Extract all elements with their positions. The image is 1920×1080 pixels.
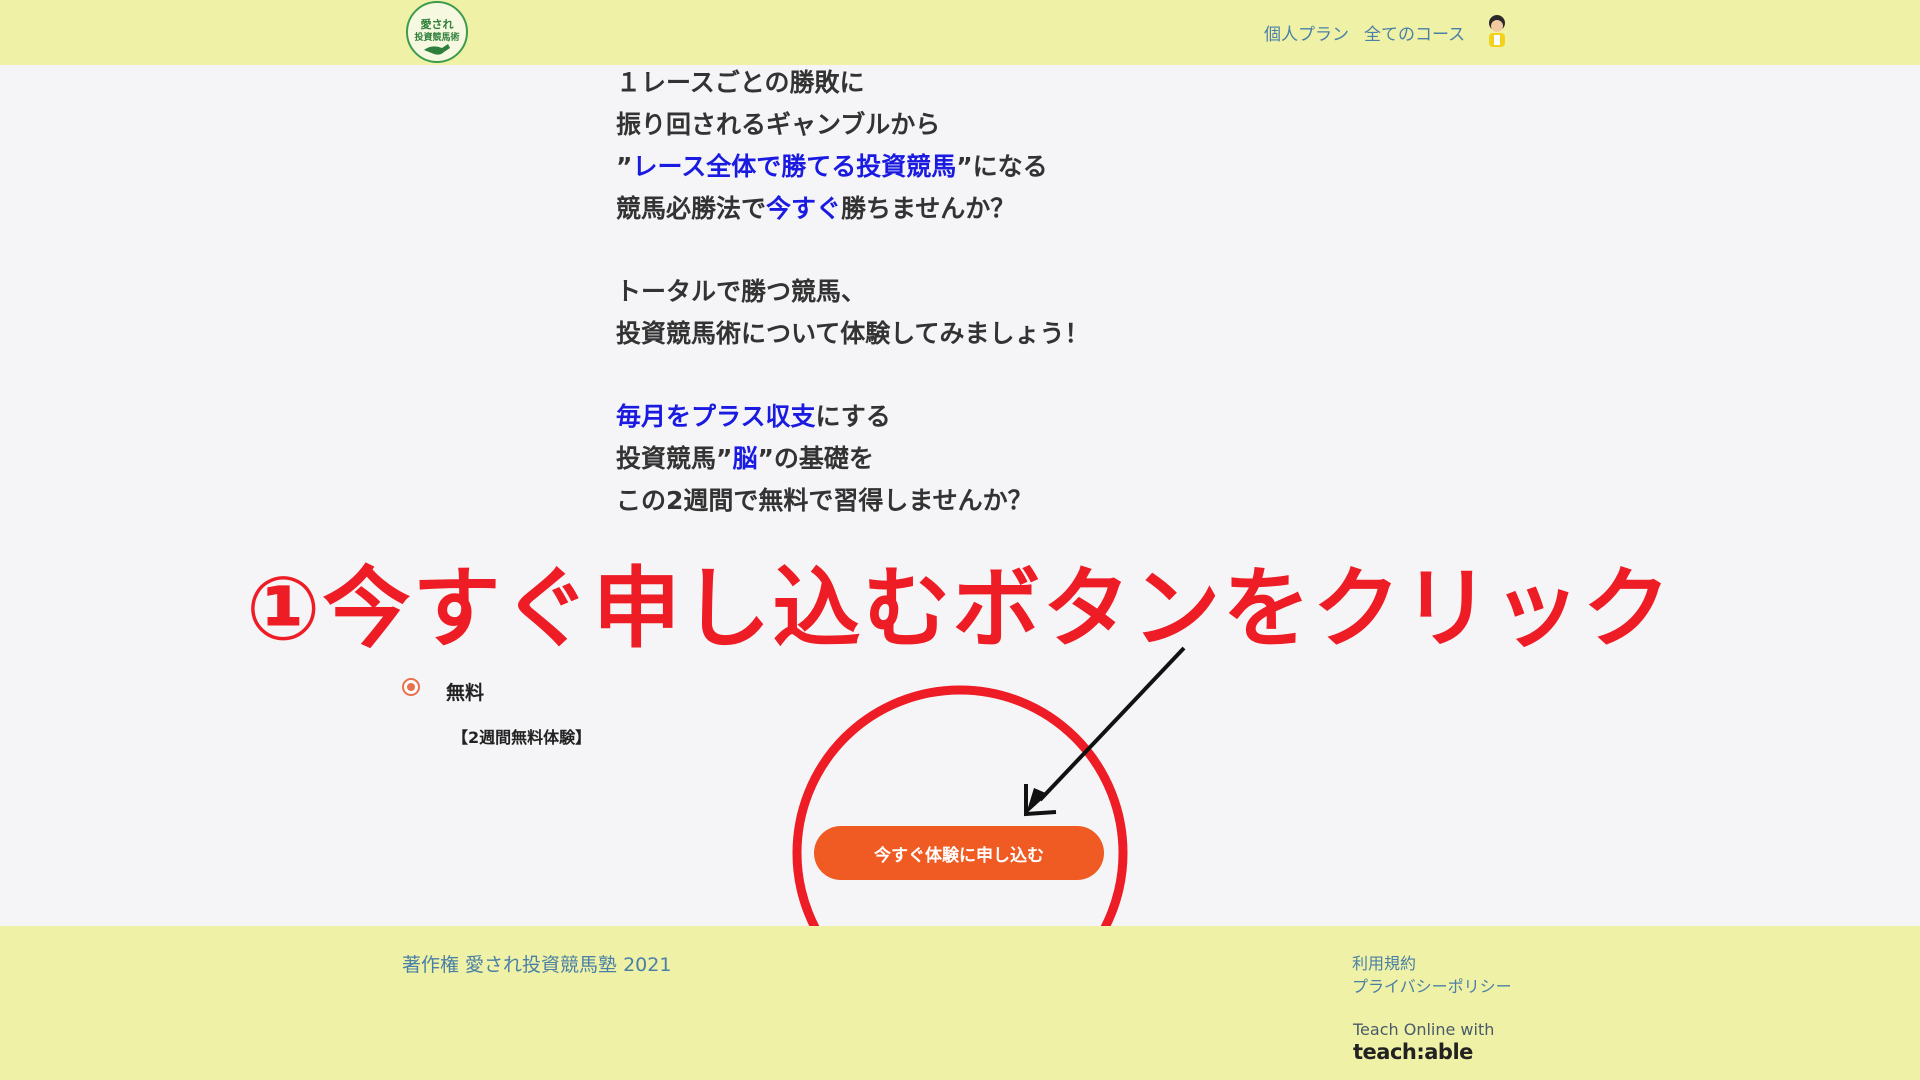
terms-link[interactable]: 利用規約 bbox=[1352, 950, 1416, 974]
intro-line: ”レース全体で勝てる投資競馬”になる bbox=[616, 152, 1048, 181]
plan-sublabel: 【2週間無料体験】 bbox=[452, 728, 592, 747]
arrow-head-lines bbox=[1024, 784, 1057, 817]
site-header: 愛され 投資競馬術 個人プラン 全てのコース bbox=[0, 0, 1920, 65]
plan-radio[interactable] bbox=[402, 678, 420, 696]
svg-text:投資競馬術: 投資競馬術 bbox=[414, 31, 459, 43]
svg-text:愛され: 愛され bbox=[421, 17, 454, 31]
privacy-link[interactable]: プライバシーポリシー bbox=[1352, 973, 1512, 997]
intro-line: 投資競馬術について体験してみましょう！ bbox=[616, 319, 1090, 348]
user-avatar[interactable] bbox=[1481, 13, 1513, 49]
intro-line: 振り回されるギャンブルから bbox=[616, 110, 941, 139]
arrow-head bbox=[1026, 788, 1048, 814]
pointer-arrow bbox=[1038, 646, 1186, 802]
intro-line: 毎月をプラス収支にする bbox=[616, 402, 891, 431]
intro-text: １レースごとの勝敗に 振り回されるギャンブルから ”レース全体で勝てる投資競馬”… bbox=[616, 62, 1316, 522]
intro-line: １レースごとの勝敗に bbox=[616, 68, 865, 97]
apply-now-button[interactable]: 今すぐ体験に申し込む bbox=[814, 826, 1104, 880]
site-logo[interactable]: 愛され 投資競馬術 bbox=[404, 0, 470, 64]
nav-courses-link[interactable]: 全てのコース bbox=[1364, 20, 1465, 45]
teachable-logo[interactable]: teach:able bbox=[1353, 1040, 1473, 1064]
nav-plan-link[interactable]: 個人プラン bbox=[1264, 20, 1349, 45]
intro-line: トータルで勝つ競馬、 bbox=[616, 277, 867, 306]
instruction-annotation: ①今すぐ申し込むボタンをクリック bbox=[246, 557, 1673, 660]
plan-label: 無料 bbox=[446, 682, 485, 704]
intro-line: 投資競馬”脳”の基礎を bbox=[616, 444, 874, 473]
intro-line: この2週間で無料で習得しませんか？ bbox=[616, 486, 1033, 515]
copyright-text: 著作権 愛され投資競馬塾 2021 bbox=[402, 954, 672, 976]
intro-line: 競馬必勝法で今すぐ勝ちませんか？ bbox=[616, 194, 1016, 223]
site-footer bbox=[0, 926, 1920, 1080]
teachable-tagline: Teach Online with bbox=[1353, 1020, 1495, 1039]
